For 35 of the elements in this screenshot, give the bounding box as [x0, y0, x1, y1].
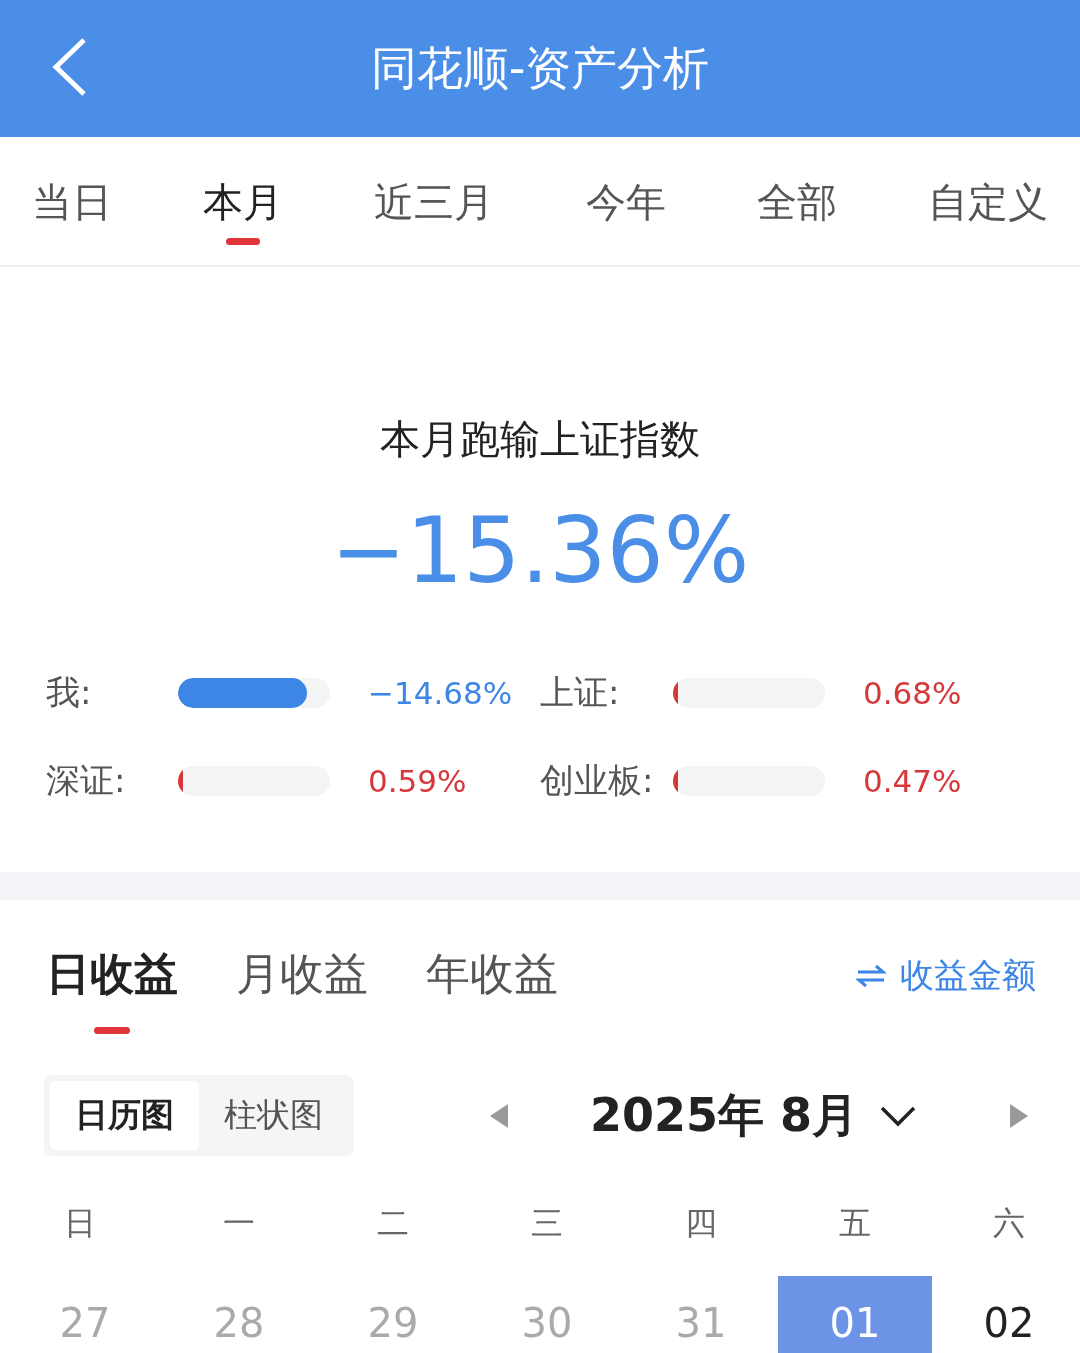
- comparison-label: 创业板:: [540, 759, 655, 802]
- weekday-label: 四: [684, 1203, 718, 1244]
- calendar-day[interactable]: 02: [932, 1276, 1080, 1353]
- next-month-icon[interactable]: [1008, 1101, 1030, 1130]
- return-value: −15.36%: [329, 501, 751, 600]
- period-tab[interactable]: 本月: [181, 137, 306, 265]
- comparison-label: 深证:: [46, 759, 127, 802]
- weekday-label: 二: [376, 1203, 410, 1244]
- month-label[interactable]: 2025年 8月: [589, 1084, 858, 1147]
- comparison-value: 0.47%: [862, 763, 963, 799]
- comparison-value: 0.59%: [367, 763, 468, 799]
- view-option[interactable]: 日历图: [50, 1081, 199, 1150]
- page-title: 同花顺-资产分析: [370, 39, 710, 97]
- weekday-label: 日: [63, 1203, 97, 1244]
- period-tab[interactable]: 全部: [734, 137, 859, 265]
- period-tab[interactable]: 今年: [563, 137, 688, 265]
- period-tab[interactable]: 近三月: [352, 137, 517, 265]
- comparison-value: 0.68%: [862, 675, 963, 711]
- tab-indicator: [94, 1027, 130, 1034]
- weekday-label: 六: [992, 1203, 1026, 1244]
- earnings-tab[interactable]: 日收益: [46, 945, 178, 1035]
- earnings-tab[interactable]: 年收益: [426, 945, 558, 1035]
- comparison-label: 我:: [46, 671, 93, 714]
- weekday-label: 三: [530, 1203, 564, 1244]
- swap-icon: [856, 963, 886, 989]
- comparison-value: −14.68%: [367, 675, 514, 711]
- comparison-label: 上证:: [540, 671, 621, 714]
- period-tab[interactable]: 当日: [10, 137, 134, 265]
- view-option[interactable]: 柱状图: [199, 1081, 348, 1150]
- earnings-tab[interactable]: 月收益: [236, 945, 368, 1035]
- period-tab[interactable]: 自定义: [905, 137, 1070, 265]
- weekday-label: 一: [222, 1203, 256, 1244]
- weekday-label: 五: [838, 1203, 872, 1244]
- summary-title: 本月跑输上证指数: [379, 415, 701, 464]
- switch-link[interactable]: 收益金额: [856, 945, 1036, 999]
